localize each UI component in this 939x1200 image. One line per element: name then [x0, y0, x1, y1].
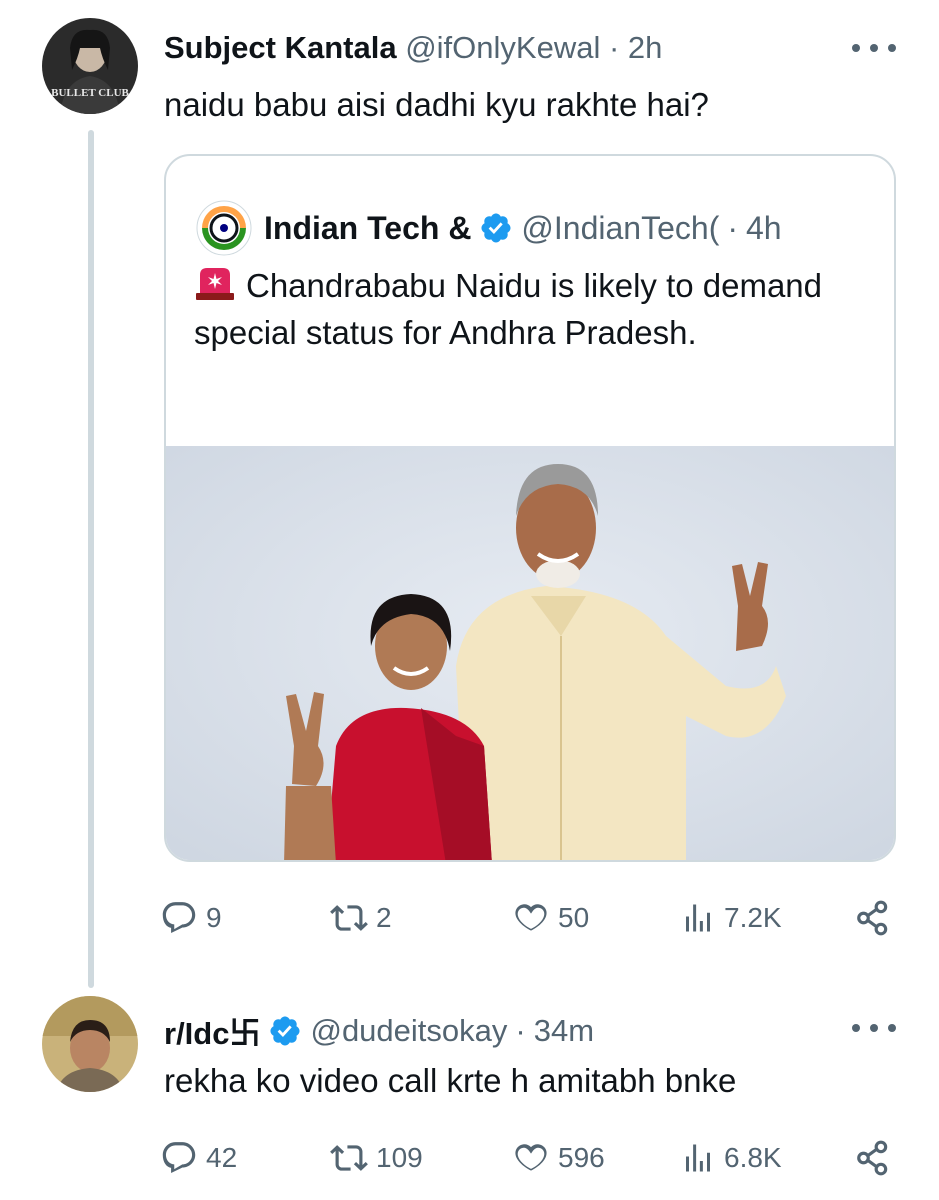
- thread-line: [88, 130, 94, 988]
- display-name[interactable]: Subject Kantala: [164, 30, 397, 65]
- like-icon: [515, 1144, 547, 1171]
- share-button[interactable]: [854, 896, 892, 940]
- views-button[interactable]: 7.2K: [680, 896, 782, 940]
- more-icon[interactable]: [852, 42, 896, 54]
- reply-timestamp[interactable]: 34m: [534, 1013, 594, 1049]
- like-icon: [515, 904, 547, 931]
- reply-header: r/Idc卐 @dudeitsokay · 34m: [164, 1008, 594, 1053]
- reply-avatar[interactable]: [42, 996, 138, 1092]
- quote-display-name[interactable]: Indian Tech &: [264, 210, 471, 247]
- share-icon: [857, 1140, 888, 1176]
- views-icon: [686, 904, 710, 932]
- verified-icon: [481, 213, 511, 243]
- quote-handle[interactable]: @IndianTech(: [521, 210, 719, 247]
- quote-text: Chandrababu Naidu is likely to demand sp…: [194, 267, 823, 351]
- reply-button[interactable]: 9: [160, 896, 222, 940]
- avatar[interactable]: BULLET CLUB: [42, 18, 138, 114]
- views-button[interactable]: 6.8K: [680, 1136, 782, 1180]
- reply-handle[interactable]: @dudeitsokay: [310, 1013, 507, 1049]
- retweet-icon: [330, 1145, 368, 1171]
- reply-avatar-image: [42, 996, 138, 1092]
- share-icon: [857, 900, 888, 936]
- share-button[interactable]: [854, 1136, 892, 1180]
- quote-separator: ·: [727, 209, 738, 246]
- verified-icon: [270, 1015, 300, 1046]
- more-icon[interactable]: [852, 1022, 896, 1034]
- reply-icon: [162, 1142, 196, 1174]
- quote-photo[interactable]: [166, 446, 894, 860]
- views-count: 7.2K: [724, 902, 782, 933]
- quote-text-block: Chandrababu Naidu is likely to demand sp…: [194, 262, 834, 356]
- quote-header: Indian Tech & @IndianTech( · 4h: [196, 200, 782, 256]
- tweet-actions: 9 2 50 7.2K: [160, 896, 900, 940]
- like-button[interactable]: 596: [512, 1136, 605, 1180]
- handle[interactable]: @ifOnlyKewal: [405, 30, 600, 65]
- quoted-tweet[interactable]: Indian Tech & @IndianTech( · 4h Chandrab…: [164, 154, 896, 862]
- retweet-count: 109: [376, 1142, 423, 1173]
- views-count: 6.8K: [724, 1142, 782, 1173]
- reply-count: 42: [206, 1142, 238, 1173]
- views-icon: [686, 1144, 710, 1172]
- reply-button[interactable]: 42: [160, 1136, 237, 1180]
- tweet-reply[interactable]: r/Idc卐 @dudeitsokay · 34m rekha ko video…: [0, 990, 939, 1200]
- reply-separator: ·: [515, 1012, 526, 1048]
- reply-count: 9: [206, 902, 222, 933]
- retweet-count: 2: [376, 902, 392, 933]
- reply-icon: [162, 902, 196, 934]
- tweet-text: naidu babu aisi dadhi kyu rakhte hai?: [164, 86, 709, 123]
- quote-timestamp[interactable]: 4h: [746, 210, 782, 247]
- retweet-button[interactable]: 2: [330, 896, 392, 940]
- avatar-image: BULLET CLUB: [42, 18, 138, 114]
- avatar-badge-text: BULLET CLUB: [51, 87, 129, 99]
- like-count: 50: [558, 902, 590, 933]
- retweet-icon: [330, 905, 368, 931]
- reply-text: rekha ko video call krte h amitabh bnke: [164, 1062, 737, 1099]
- like-button[interactable]: 50: [512, 896, 589, 940]
- tweet-header: Subject Kantala @ifOnlyKewal · 2h: [164, 30, 662, 66]
- siren-icon: [196, 268, 234, 300]
- timestamp[interactable]: 2h: [628, 30, 662, 65]
- separator: ·: [608, 30, 620, 65]
- photo-illustration: [166, 446, 894, 860]
- tweet-main[interactable]: BULLET CLUB Subject Kantala @ifOnlyKewal…: [0, 0, 939, 990]
- retweet-button[interactable]: 109: [330, 1136, 423, 1180]
- like-count: 596: [558, 1142, 605, 1173]
- quote-avatar-icon[interactable]: [196, 200, 252, 256]
- reply-display-name[interactable]: r/Idc卐: [164, 1008, 260, 1053]
- reply-actions: 42 109 596 6.8K: [160, 1136, 900, 1180]
